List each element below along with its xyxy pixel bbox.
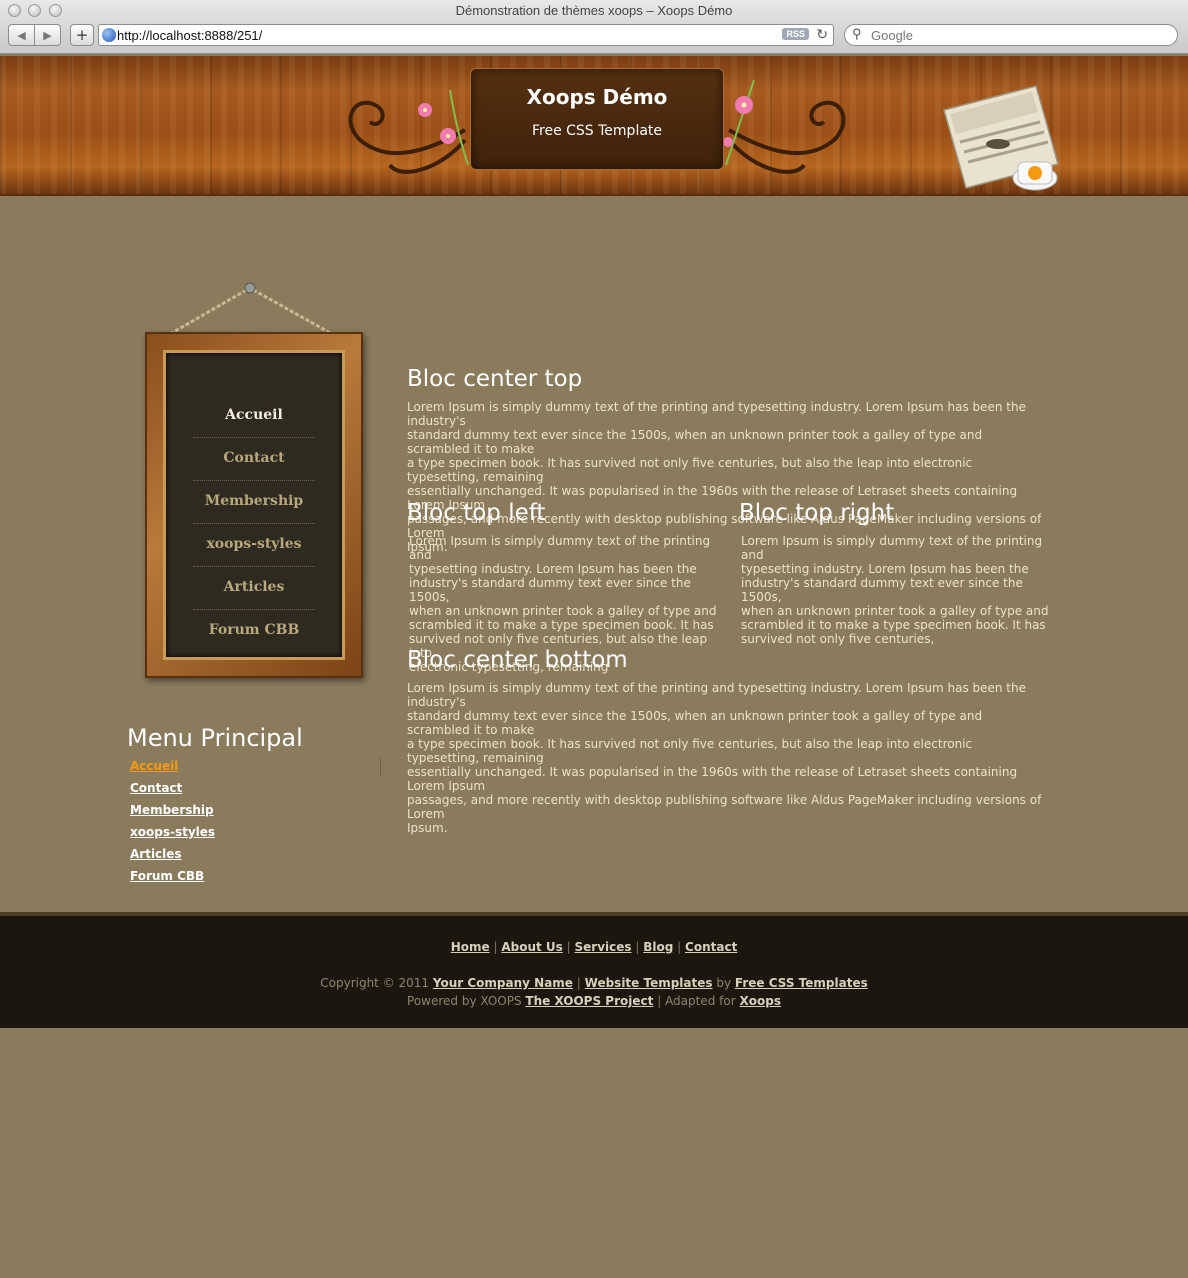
frame-menu-item[interactable]: Articles [193, 579, 315, 610]
block-text-top-right: Lorem Ipsum is simply dummy text of the … [741, 534, 1051, 646]
menu-title: Menu Principal [127, 724, 303, 752]
rss-badge[interactable]: RSS [782, 28, 809, 40]
plus-icon: + [75, 26, 89, 44]
side-menu-link[interactable]: Forum CBB [130, 869, 204, 883]
url-text: http://localhost:8888/251/ [117, 27, 263, 43]
text-line: typesetting industry. Lorem Ipsum has be… [409, 562, 697, 576]
side-menu-link[interactable]: Membership [130, 803, 214, 817]
by-text: by [716, 976, 732, 990]
text-line: standard dummy text ever since the 1500s… [407, 428, 983, 456]
text-line: Lorem Ipsum is simply dummy text of the … [741, 534, 1043, 562]
footer-link-contact[interactable]: Contact [685, 940, 737, 954]
window-title: Démonstration de thèmes xoops – Xoops Dé… [455, 3, 733, 18]
header-plate: Xoops Démo Free CSS Template [470, 68, 724, 170]
footer-nav: Home | About Us | Services | Blog | Cont… [0, 940, 1188, 954]
search-placeholder: Google [871, 27, 913, 43]
text-line: Lorem Ipsum is simply dummy text of the … [409, 534, 711, 562]
block-title-center-bottom: Bloc center bottom [407, 647, 628, 673]
text-line: when an unknown printer took a galley of… [409, 604, 717, 618]
text-line: survived not only five centuries, [741, 632, 935, 646]
xoops-project-link[interactable]: The XOOPS Project [525, 994, 653, 1008]
separator: | [635, 940, 640, 954]
block-title-center-top: Bloc center top [407, 366, 583, 392]
footer-link-home[interactable]: Home [451, 940, 490, 954]
frame-menu-item[interactable]: Membership [193, 493, 315, 524]
back-arrow-icon: ◀ [17, 28, 26, 42]
url-bar[interactable]: http://localhost:8888/251/ RSS ↻ [98, 24, 834, 46]
text-line: essentially unchanged. It was popularise… [407, 765, 1018, 793]
forward-arrow-icon: ▶ [43, 28, 52, 42]
text-line: standard dummy text ever since the 1500s… [407, 709, 983, 737]
website-templates-link[interactable]: Website Templates [585, 976, 713, 990]
free-css-link[interactable]: Free CSS Templates [735, 976, 868, 990]
copyright-text: Copyright © 2011 [320, 976, 430, 990]
separator: | [677, 940, 682, 954]
search-input[interactable]: ⚲ Google [844, 24, 1178, 46]
back-button[interactable]: ◀ [8, 24, 35, 46]
block-text-center-bottom: Lorem Ipsum is simply dummy text of the … [407, 681, 1047, 835]
right-ornament-icon [724, 79, 846, 174]
separator: | [493, 940, 498, 954]
site-title[interactable]: Xoops Démo [471, 85, 723, 109]
side-menu-link[interactable]: xoops-styles [130, 825, 215, 839]
left-ornament-icon [348, 89, 469, 174]
block-text-center-top: Lorem Ipsum is simply dummy text of the … [407, 400, 1047, 554]
frame-menu: Accueil Contact Membership xoops-styles … [140, 282, 366, 682]
text-line: Lorem Ipsum is simply dummy text of the … [407, 681, 1027, 709]
separator: | [566, 940, 571, 954]
frame-board: Accueil Contact Membership xoops-styles … [163, 350, 345, 660]
separator: | [657, 994, 662, 1008]
footer-link-services[interactable]: Services [575, 940, 632, 954]
text-line: industry's standard dummy text ever sinc… [741, 576, 1023, 604]
powered-text: Powered by XOOPS [407, 994, 522, 1008]
text-line: scrambled it to make a type specimen boo… [409, 618, 714, 632]
site-footer: Home | About Us | Services | Blog | Cont… [0, 912, 1188, 1028]
side-menu-link[interactable]: Accueil [130, 759, 178, 773]
wooden-frame: Accueil Contact Membership xoops-styles … [145, 332, 363, 678]
text-line: a type specimen book. It has survived no… [407, 456, 973, 484]
footer-link-blog[interactable]: Blog [643, 940, 673, 954]
footer-link-about[interactable]: About Us [501, 940, 562, 954]
site-header: Xoops Démo Free CSS Template [0, 56, 1188, 196]
text-line: Lorem Ipsum is simply dummy text of the … [407, 400, 1027, 428]
text-line: scrambled it to make a type specimen boo… [741, 618, 1046, 632]
reload-icon[interactable]: ↻ [816, 26, 828, 43]
side-menu-link[interactable]: Contact [130, 781, 182, 795]
column-divider [380, 758, 381, 776]
text-line: typesetting industry. Lorem Ipsum has be… [741, 562, 1029, 576]
frame-menu-item[interactable]: Contact [193, 450, 315, 481]
frame-menu-item[interactable]: Forum CBB [193, 622, 315, 652]
text-line: passages, and more recently with desktop… [407, 793, 1042, 821]
newspaper-rss-icon[interactable] [940, 82, 1060, 192]
footer-copyright: Copyright © 2011 Your Company Name | Web… [0, 976, 1188, 990]
xoops-link[interactable]: Xoops [740, 994, 781, 1008]
add-bookmark-button[interactable]: + [70, 24, 94, 46]
separator: | [576, 976, 581, 990]
adapted-text: Adapted for [665, 994, 736, 1008]
globe-icon [102, 28, 116, 42]
company-link[interactable]: Your Company Name [433, 976, 573, 990]
text-line: when an unknown printer took a galley of… [741, 604, 1049, 618]
side-menu-link[interactable]: Articles [130, 847, 182, 861]
text-line: Ipsum. [407, 821, 448, 835]
block-title-top-right: Bloc top right [739, 500, 895, 526]
text-line: a type specimen book. It has survived no… [407, 737, 973, 765]
block-title-top-left: Bloc top left [407, 500, 546, 526]
browser-chrome: Démonstration de thèmes xoops – Xoops Dé… [0, 0, 1188, 54]
site-slogan: Free CSS Template [531, 123, 663, 139]
frame-menu-item[interactable]: xoops-styles [193, 536, 315, 567]
frame-menu-item[interactable]: Accueil [193, 407, 315, 438]
search-icon: ⚲ [852, 26, 862, 41]
forward-button[interactable]: ▶ [34, 24, 61, 46]
text-line: industry's standard dummy text ever sinc… [409, 576, 691, 604]
footer-powered: Powered by XOOPS The XOOPS Project | Ada… [0, 994, 1188, 1008]
